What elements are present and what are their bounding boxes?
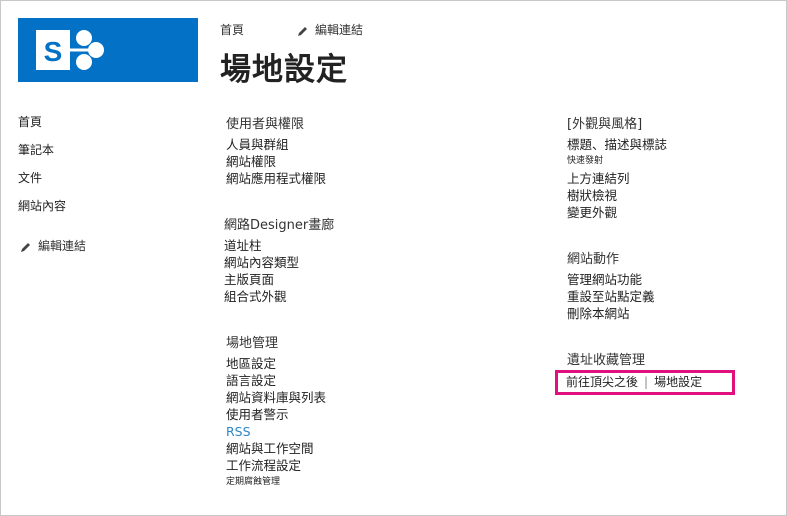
svg-text:S: S (44, 36, 63, 67)
section-look-and-feel: [外觀與風格] 標題、描述與標誌 快速發射 上方連結列 樹狀檢視 變更外觀 (567, 116, 667, 221)
section-title: 網路Designer畫廊 (224, 218, 335, 233)
page-title: 場地設定 (220, 52, 348, 88)
section-title: [外觀與風格] (567, 117, 643, 132)
section-title: 網站動作 (567, 252, 620, 267)
link-manage-site-features[interactable]: 管理網站功能 (567, 271, 655, 288)
left-navigation: 首頁 筆記本 文件 網站內容 (18, 113, 66, 225)
nav-item-site-contents[interactable]: 網站內容 (18, 197, 66, 225)
link-workflow-settings[interactable]: 工作流程設定 (226, 457, 326, 474)
edit-links-top[interactable]: 編輯連結 (297, 21, 363, 38)
link-site-permissions[interactable]: 網站權限 (226, 153, 326, 170)
link-user-alerts[interactable]: 使用者警示 (226, 406, 326, 423)
breadcrumb-home-link[interactable]: 首頁 (220, 21, 244, 38)
separator: | (644, 375, 649, 389)
sharepoint-logo-icon: S (36, 30, 104, 70)
nav-item-notebook[interactable]: 筆記本 (18, 141, 66, 169)
link-quick-launch[interactable]: 快速發射 (567, 153, 667, 170)
section-site-collection: 遺址收藏管理 (567, 352, 645, 372)
link-sites-workspaces[interactable]: 網站與工作空間 (226, 440, 326, 457)
section-site-administration: 場地管理 地區設定 語言設定 網站資料庫與列表 使用者警示 RSS 網站與工作空… (226, 335, 326, 491)
nav-item-home[interactable]: 首頁 (18, 113, 66, 141)
link-people-groups[interactable]: 人員與群組 (226, 136, 326, 153)
link-top-link-bar[interactable]: 上方連結列 (567, 170, 667, 187)
nav-item-documents[interactable]: 文件 (18, 169, 66, 197)
link-rss[interactable]: RSS (226, 423, 326, 440)
section-title: 使用者與權限 (226, 117, 305, 132)
link-content-types[interactable]: 網站內容類型 (224, 254, 334, 271)
link-title-description-logo[interactable]: 標題、描述與標誌 (567, 136, 667, 153)
link-change-look[interactable]: 變更外觀 (567, 204, 667, 221)
link-regional-settings[interactable]: 地區設定 (226, 355, 326, 372)
link-site-columns[interactable]: 道址柱 (224, 237, 334, 254)
sharepoint-logo[interactable]: S (18, 18, 198, 82)
link-site-settings[interactable]: 場地設定 (654, 375, 702, 389)
link-composed-looks[interactable]: 組合式外觀 (224, 288, 334, 305)
link-app-permissions[interactable]: 網站應用程式權限 (226, 170, 326, 187)
edit-links-top-label: 編輯連結 (315, 23, 364, 37)
section-users-permissions: 使用者與權限 人員與群組 網站權限 網站應用程式權限 (226, 116, 326, 187)
edit-links-left-label: 編輯連結 (38, 239, 87, 253)
section-site-actions: 網站動作 管理網站功能 重設至站點定義 刪除本網站 (567, 251, 655, 322)
link-go-to-top-level[interactable]: 前往頂尖之後 (566, 375, 638, 389)
link-tree-view[interactable]: 樹狀檢視 (567, 187, 667, 204)
link-libraries-lists[interactable]: 網站資料庫與列表 (226, 389, 326, 406)
pencil-icon (298, 26, 307, 36)
section-title: 場地管理 (226, 336, 279, 351)
link-term-management[interactable]: 定期腐蝕管理 (226, 474, 326, 491)
link-reset-site-definition[interactable]: 重設至站點定義 (567, 288, 655, 305)
edit-links-left[interactable]: 編輯連結 (20, 237, 86, 254)
link-master-pages[interactable]: 主版頁面 (224, 271, 334, 288)
section-designer-gallery: 網路Designer畫廊 道址柱 網站內容類型 主版頁面 組合式外觀 (224, 217, 334, 305)
link-delete-site[interactable]: 刪除本網站 (567, 305, 655, 322)
collection-links-row: 前往頂尖之後 | 場地設定 (566, 373, 702, 390)
section-title: 遺址收藏管理 (567, 353, 646, 368)
pencil-icon (21, 242, 30, 252)
link-language-settings[interactable]: 語言設定 (226, 372, 326, 389)
